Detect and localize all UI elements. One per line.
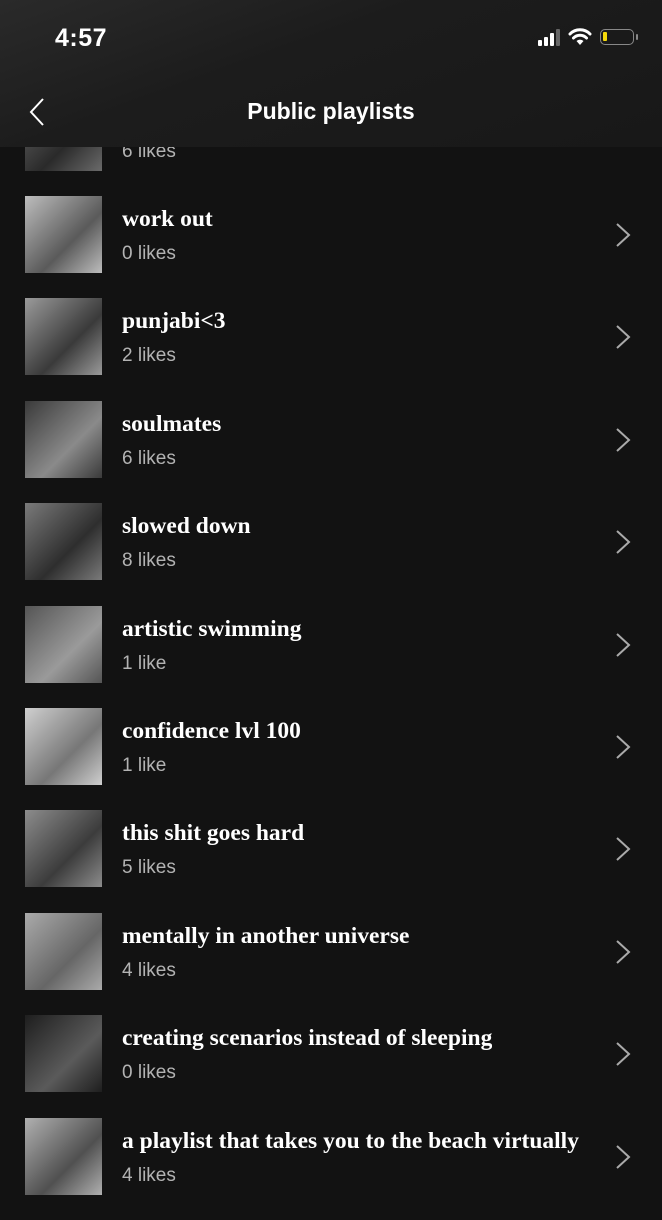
playlist-likes: 6 likes bbox=[122, 447, 176, 469]
playlist-list: 6 likes work out 0 likes punjabi<3 2 likes so… bbox=[0, 93, 662, 1220]
playlist-name: mentally in another universe bbox=[122, 922, 410, 949]
playlist-row[interactable]: slowed down 8 likes bbox=[0, 503, 662, 605]
playlist-name: work out bbox=[122, 205, 213, 232]
playlist-row[interactable]: creating scenarios instead of sleeping 0 … bbox=[0, 1015, 662, 1117]
playlist-likes: 0 likes bbox=[122, 1062, 176, 1084]
page-title: Public playlists bbox=[247, 98, 415, 124]
playlist-name: soulmates bbox=[122, 410, 222, 437]
playlist-row[interactable]: confidence lvl 100 1 like bbox=[0, 707, 662, 810]
chevron-right-icon bbox=[616, 735, 631, 759]
playlist-name: punjabi<3 bbox=[122, 308, 226, 335]
playlist-cover bbox=[25, 400, 102, 478]
wifi-icon bbox=[568, 28, 592, 45]
chevron-right-icon bbox=[616, 1042, 631, 1066]
top-bar: 4:57 Public playlists bbox=[0, 0, 662, 147]
chevron-right-icon bbox=[616, 428, 631, 452]
playlist-likes: 5 likes bbox=[122, 857, 176, 879]
playlist-likes: 8 likes bbox=[122, 550, 176, 572]
playlist-likes: 2 likes bbox=[122, 345, 176, 367]
playlist-row[interactable]: artistic swimming 1 like bbox=[0, 605, 662, 708]
chevron-right-icon bbox=[616, 1144, 631, 1169]
chevron-right-icon bbox=[616, 325, 631, 350]
playlist-name: creating scenarios instead of sleeping bbox=[122, 1025, 493, 1052]
playlist-cover bbox=[25, 707, 102, 785]
playlist-row[interactable]: punjabi<3 2 likes bbox=[0, 298, 662, 400]
playlist-name: confidence lvl 100 bbox=[122, 717, 301, 744]
status-time: 4:57 bbox=[55, 24, 108, 52]
playlist-cover bbox=[25, 912, 102, 990]
playlist-name: this shit goes hard bbox=[122, 820, 305, 847]
signal-icon bbox=[538, 28, 560, 46]
playlist-row[interactable]: this shit goes hard 5 likes bbox=[0, 810, 662, 912]
playlist-name: slowed down bbox=[122, 513, 251, 540]
playlist-cover bbox=[25, 1117, 102, 1195]
playlist-likes: 4 likes bbox=[122, 959, 176, 981]
chevron-right-icon bbox=[616, 223, 631, 247]
playlist-name: a playlist that takes you to the beach v… bbox=[122, 1127, 579, 1154]
playlist-cover bbox=[25, 503, 102, 581]
chevron-right-icon bbox=[616, 530, 631, 554]
playlist-row[interactable]: a playlist that takes you to the beach v… bbox=[0, 1117, 662, 1220]
playlist-name: artistic swimming bbox=[122, 615, 302, 642]
playlist-cover bbox=[25, 1015, 102, 1093]
playlist-row[interactable]: mentally in another universe 4 likes bbox=[0, 912, 662, 1015]
chevron-right-icon bbox=[616, 837, 631, 862]
playlist-likes: 1 like bbox=[122, 652, 167, 674]
playlist-row[interactable]: soulmates 6 likes bbox=[0, 400, 662, 503]
battery-low-icon bbox=[600, 29, 638, 45]
playlist-cover bbox=[25, 195, 102, 273]
playlist-likes: 0 likes bbox=[122, 242, 176, 264]
chevron-right-icon bbox=[616, 632, 631, 657]
playlist-cover bbox=[25, 810, 102, 888]
chevron-right-icon bbox=[616, 939, 631, 964]
status-icons bbox=[538, 28, 638, 46]
playlist-cover bbox=[25, 605, 102, 683]
playlist-likes: 1 like bbox=[122, 754, 167, 776]
playlist-likes: 4 likes bbox=[122, 1164, 176, 1186]
playlist-row[interactable]: work out 0 likes bbox=[0, 195, 662, 298]
playlist-cover bbox=[25, 298, 102, 376]
